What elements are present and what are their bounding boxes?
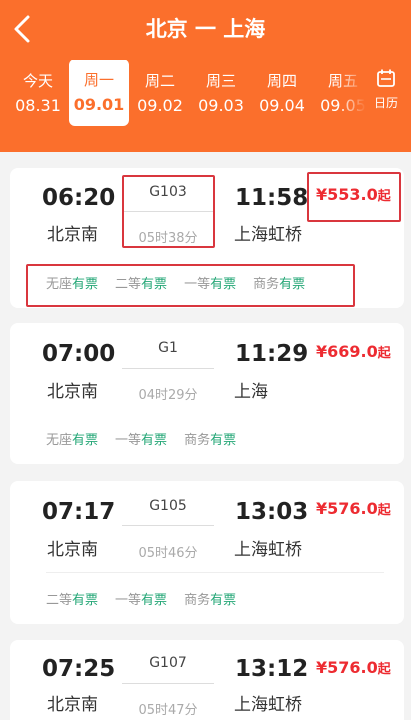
seat-type: 商务 [184,433,211,448]
trip-duration: 05时46分 [138,546,198,561]
header-bar: 北京 一 上海 今天 08.31 周一 09.01 周二 09.02 周三 09… [0,0,411,152]
arrival-time: 11:29 [235,341,309,367]
seat-item: 二等有票 [46,593,98,608]
departure-station: 北京南 [47,540,98,560]
arrival-time: 11:58 [235,185,309,211]
card-divider [46,572,384,573]
trip-duration: 05时47分 [138,703,198,718]
arrival-station: 上海 [234,382,268,402]
seat-status: 有票 [210,593,237,608]
seat-availability: 二等有票 一等有票 商务有票 [46,589,253,608]
date-selector: 今天 08.31 周一 09.01 周二 09.02 周三 09.03 周四 0… [0,60,366,128]
seat-type: 一等 [115,593,142,608]
seat-item: 商务有票 [184,433,236,448]
date-tab-1[interactable]: 周一 09.01 [69,60,129,126]
date-scroll-fade [338,60,366,126]
train-number: G105 [149,498,187,514]
train-route-line [122,525,214,526]
highlight-box-price [307,172,401,222]
departure-station: 北京南 [47,225,98,245]
train-route-line [122,683,214,684]
ticket-price: ¥576.0起 [316,499,391,518]
price-value: ¥576.0 [316,499,378,518]
calendar-button[interactable]: 日历 [366,68,406,118]
ticket-price: ¥669.0起 [316,342,391,361]
highlight-box-train-info [122,175,215,248]
arrival-station: 上海虹桥 [234,695,302,715]
seat-type: 无座 [46,433,73,448]
date-tab-2[interactable]: 周二 09.02 [130,60,190,126]
seat-type: 商务 [184,593,211,608]
seat-item: 一等有票 [115,593,167,608]
arrival-time: 13:12 [235,656,309,682]
date-tab-weekday: 周一 [83,71,114,89]
date-tab-date: 09.04 [259,96,305,115]
date-tab-weekday: 周三 [205,72,236,90]
seat-type: 一等 [115,433,142,448]
arrival-station: 上海虹桥 [234,540,302,560]
departure-station: 北京南 [47,382,98,402]
departure-time: 07:17 [42,499,116,525]
train-card[interactable]: 07:17 北京南 G105 05时46分 13:03 上海虹桥 ¥576.0起… [10,481,404,624]
date-tab-weekday: 周四 [266,72,297,90]
seat-type: 二等 [46,593,73,608]
date-tab-weekday: 周二 [144,72,175,90]
date-tab-date: 09.02 [137,96,183,115]
seat-status: 有票 [72,593,99,608]
seat-status: 有票 [210,433,237,448]
arrival-station: 上海虹桥 [234,225,302,245]
date-tab-date: 08.31 [15,96,61,115]
price-suffix: 起 [377,662,391,677]
calendar-label: 日历 [373,96,398,110]
departure-station: 北京南 [47,695,98,715]
date-tab-3[interactable]: 周三 09.03 [191,60,251,126]
calendar-icon [376,69,396,92]
date-tab-4[interactable]: 周四 09.04 [252,60,312,126]
highlight-box-seats [26,264,355,307]
ticket-price: ¥576.0起 [316,658,391,677]
date-tab-weekday: 今天 [22,72,53,90]
route-title: 北京 一 上海 [145,17,266,41]
price-value: ¥576.0 [316,658,378,677]
train-number: G1 [158,340,178,356]
departure-time: 07:25 [42,656,116,682]
seat-item: 一等有票 [115,433,167,448]
date-tab-date: 09.03 [198,96,244,115]
train-card[interactable]: 07:00 北京南 G1 04时29分 11:29 上海 ¥669.0起 无座有… [10,323,404,464]
seat-item: 无座有票 [46,433,98,448]
price-value: ¥669.0 [316,342,378,361]
train-route-line [122,368,214,369]
trip-duration: 04时29分 [138,388,198,403]
seat-status: 有票 [141,433,168,448]
train-card[interactable]: 07:25 北京南 G107 05时47分 13:12 上海虹桥 ¥576.0起 [10,640,404,720]
seat-status: 有票 [72,433,99,448]
date-tab-date: 09.01 [73,95,125,114]
departure-time: 06:20 [42,185,116,211]
price-suffix: 起 [377,503,391,518]
seat-availability: 无座有票 一等有票 商务有票 [46,429,253,448]
price-suffix: 起 [377,346,391,361]
train-number: G107 [149,655,187,671]
date-tab-0[interactable]: 今天 08.31 [8,60,68,126]
seat-item: 商务有票 [184,593,236,608]
seat-status: 有票 [141,593,168,608]
arrival-time: 13:03 [235,499,309,525]
departure-time: 07:00 [42,341,116,367]
